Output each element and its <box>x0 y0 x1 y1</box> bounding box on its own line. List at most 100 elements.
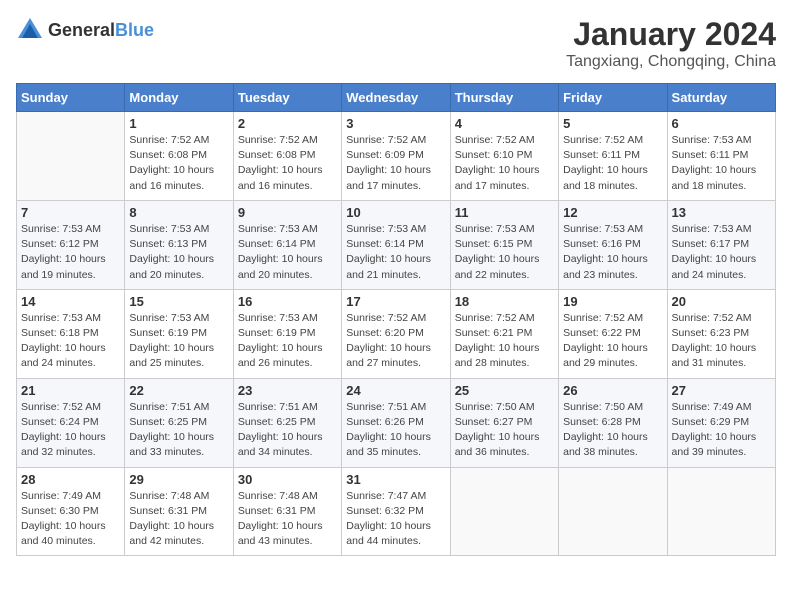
weekday-header-saturday: Saturday <box>667 84 775 112</box>
day-number: 10 <box>346 205 445 220</box>
calendar-title: January 2024 <box>566 16 776 53</box>
logo-icon <box>16 16 44 44</box>
day-number: 4 <box>455 116 554 131</box>
day-info: Sunrise: 7:53 AM Sunset: 6:15 PM Dayligh… <box>455 222 554 283</box>
weekday-header-friday: Friday <box>559 84 667 112</box>
day-number: 27 <box>672 383 771 398</box>
calendar-cell: 25 Sunrise: 7:50 AM Sunset: 6:27 PM Dayli… <box>450 378 558 467</box>
calendar-cell: 27 Sunrise: 7:49 AM Sunset: 6:29 PM Dayli… <box>667 378 775 467</box>
day-number: 21 <box>21 383 120 398</box>
day-info: Sunrise: 7:53 AM Sunset: 6:16 PM Dayligh… <box>563 222 662 283</box>
day-info: Sunrise: 7:53 AM Sunset: 6:19 PM Dayligh… <box>129 311 228 372</box>
day-info: Sunrise: 7:52 AM Sunset: 6:22 PM Dayligh… <box>563 311 662 372</box>
day-number: 1 <box>129 116 228 131</box>
calendar-cell: 21Sunrise: 7:52 AM Sunset: 6:24 PM Dayli… <box>17 378 125 467</box>
day-number: 2 <box>238 116 337 131</box>
calendar-cell: 14 Sunrise: 7:53 AM Sunset: 6:18 PM Dayli… <box>17 289 125 378</box>
day-info: Sunrise: 7:53 AM Sunset: 6:14 PM Dayligh… <box>238 222 337 283</box>
calendar-cell: 8 Sunrise: 7:53 AM Sunset: 6:13 PM Daylig… <box>125 200 233 289</box>
calendar-cell: 5 Sunrise: 7:52 AM Sunset: 6:11 PM Daylig… <box>559 112 667 201</box>
day-number: 18 <box>455 294 554 309</box>
weekday-header-thursday: Thursday <box>450 84 558 112</box>
day-number: 24 <box>346 383 445 398</box>
day-number: 8 <box>129 205 228 220</box>
day-info: Sunrise: 7:51 AM Sunset: 6:25 PM Dayligh… <box>238 400 337 461</box>
day-number: 31 <box>346 472 445 487</box>
day-number: 12 <box>563 205 662 220</box>
calendar-cell: 1Sunrise: 7:52 AM Sunset: 6:08 PM Daylig… <box>125 112 233 201</box>
day-number: 22 <box>129 383 228 398</box>
day-info: Sunrise: 7:50 AM Sunset: 6:28 PM Dayligh… <box>563 400 662 461</box>
day-info: Sunrise: 7:52 AM Sunset: 6:23 PM Dayligh… <box>672 311 771 372</box>
calendar-cell <box>17 112 125 201</box>
day-info: Sunrise: 7:52 AM Sunset: 6:21 PM Dayligh… <box>455 311 554 372</box>
calendar-cell: 17Sunrise: 7:52 AM Sunset: 6:20 PM Dayli… <box>342 289 450 378</box>
day-info: Sunrise: 7:47 AM Sunset: 6:32 PM Dayligh… <box>346 489 445 550</box>
day-info: Sunrise: 7:53 AM Sunset: 6:11 PM Dayligh… <box>672 133 771 194</box>
calendar-cell: 9 Sunrise: 7:53 AM Sunset: 6:14 PM Daylig… <box>233 200 341 289</box>
calendar-cell: 6Sunrise: 7:53 AM Sunset: 6:11 PM Daylig… <box>667 112 775 201</box>
day-info: Sunrise: 7:49 AM Sunset: 6:30 PM Dayligh… <box>21 489 120 550</box>
calendar-cell: 11 Sunrise: 7:53 AM Sunset: 6:15 PM Dayli… <box>450 200 558 289</box>
calendar-cell: 3 Sunrise: 7:52 AM Sunset: 6:09 PM Daylig… <box>342 112 450 201</box>
day-info: Sunrise: 7:49 AM Sunset: 6:29 PM Dayligh… <box>672 400 771 461</box>
day-number: 5 <box>563 116 662 131</box>
day-info: Sunrise: 7:50 AM Sunset: 6:27 PM Dayligh… <box>455 400 554 461</box>
calendar-cell: 20 Sunrise: 7:52 AM Sunset: 6:23 PM Dayli… <box>667 289 775 378</box>
day-info: Sunrise: 7:52 AM Sunset: 6:10 PM Dayligh… <box>455 133 554 194</box>
calendar-cell: 28 Sunrise: 7:49 AM Sunset: 6:30 PM Dayli… <box>17 467 125 556</box>
day-info: Sunrise: 7:52 AM Sunset: 6:08 PM Dayligh… <box>238 133 337 194</box>
day-number: 25 <box>455 383 554 398</box>
weekday-header-sunday: Sunday <box>17 84 125 112</box>
day-number: 19 <box>563 294 662 309</box>
day-number: 15 <box>129 294 228 309</box>
calendar-cell: 2 Sunrise: 7:52 AM Sunset: 6:08 PM Daylig… <box>233 112 341 201</box>
day-info: Sunrise: 7:51 AM Sunset: 6:25 PM Dayligh… <box>129 400 228 461</box>
calendar-cell: 13Sunrise: 7:53 AM Sunset: 6:17 PM Dayli… <box>667 200 775 289</box>
day-number: 7 <box>21 205 120 220</box>
calendar-cell <box>559 467 667 556</box>
calendar-cell: 18 Sunrise: 7:52 AM Sunset: 6:21 PM Dayli… <box>450 289 558 378</box>
day-info: Sunrise: 7:53 AM Sunset: 6:13 PM Dayligh… <box>129 222 228 283</box>
day-number: 17 <box>346 294 445 309</box>
page-header: GeneralBlue January 2024 Tangxiang, Chon… <box>16 16 776 71</box>
day-number: 14 <box>21 294 120 309</box>
calendar-table: SundayMondayTuesdayWednesdayThursdayFrid… <box>16 83 776 556</box>
day-number: 28 <box>21 472 120 487</box>
calendar-cell: 23Sunrise: 7:51 AM Sunset: 6:25 PM Dayli… <box>233 378 341 467</box>
day-info: Sunrise: 7:51 AM Sunset: 6:26 PM Dayligh… <box>346 400 445 461</box>
calendar-cell: 10 Sunrise: 7:53 AM Sunset: 6:14 PM Dayli… <box>342 200 450 289</box>
day-number: 3 <box>346 116 445 131</box>
day-number: 11 <box>455 205 554 220</box>
day-number: 30 <box>238 472 337 487</box>
day-info: Sunrise: 7:52 AM Sunset: 6:09 PM Dayligh… <box>346 133 445 194</box>
day-number: 20 <box>672 294 771 309</box>
day-number: 16 <box>238 294 337 309</box>
title-area: January 2024 Tangxiang, Chongqing, China <box>566 16 776 71</box>
weekday-header-monday: Monday <box>125 84 233 112</box>
calendar-cell <box>667 467 775 556</box>
day-number: 29 <box>129 472 228 487</box>
day-info: Sunrise: 7:48 AM Sunset: 6:31 PM Dayligh… <box>238 489 337 550</box>
calendar-cell: 12 Sunrise: 7:53 AM Sunset: 6:16 PM Dayli… <box>559 200 667 289</box>
calendar-cell: 19 Sunrise: 7:52 AM Sunset: 6:22 PM Dayli… <box>559 289 667 378</box>
day-info: Sunrise: 7:53 AM Sunset: 6:18 PM Dayligh… <box>21 311 120 372</box>
day-info: Sunrise: 7:52 AM Sunset: 6:11 PM Dayligh… <box>563 133 662 194</box>
calendar-cell: 7Sunrise: 7:53 AM Sunset: 6:12 PM Daylig… <box>17 200 125 289</box>
weekday-header-tuesday: Tuesday <box>233 84 341 112</box>
day-info: Sunrise: 7:53 AM Sunset: 6:19 PM Dayligh… <box>238 311 337 372</box>
day-info: Sunrise: 7:53 AM Sunset: 6:14 PM Dayligh… <box>346 222 445 283</box>
day-info: Sunrise: 7:48 AM Sunset: 6:31 PM Dayligh… <box>129 489 228 550</box>
calendar-cell: 22 Sunrise: 7:51 AM Sunset: 6:25 PM Dayli… <box>125 378 233 467</box>
logo: GeneralBlue <box>16 16 154 44</box>
day-info: Sunrise: 7:53 AM Sunset: 6:17 PM Dayligh… <box>672 222 771 283</box>
calendar-cell: 24 Sunrise: 7:51 AM Sunset: 6:26 PM Dayli… <box>342 378 450 467</box>
day-number: 26 <box>563 383 662 398</box>
calendar-cell: 15 Sunrise: 7:53 AM Sunset: 6:19 PM Dayli… <box>125 289 233 378</box>
logo-text-general: General <box>48 20 115 40</box>
day-number: 9 <box>238 205 337 220</box>
calendar-cell: 29 Sunrise: 7:48 AM Sunset: 6:31 PM Dayli… <box>125 467 233 556</box>
calendar-cell <box>450 467 558 556</box>
calendar-cell: 4 Sunrise: 7:52 AM Sunset: 6:10 PM Daylig… <box>450 112 558 201</box>
logo-text-blue: Blue <box>115 20 154 40</box>
